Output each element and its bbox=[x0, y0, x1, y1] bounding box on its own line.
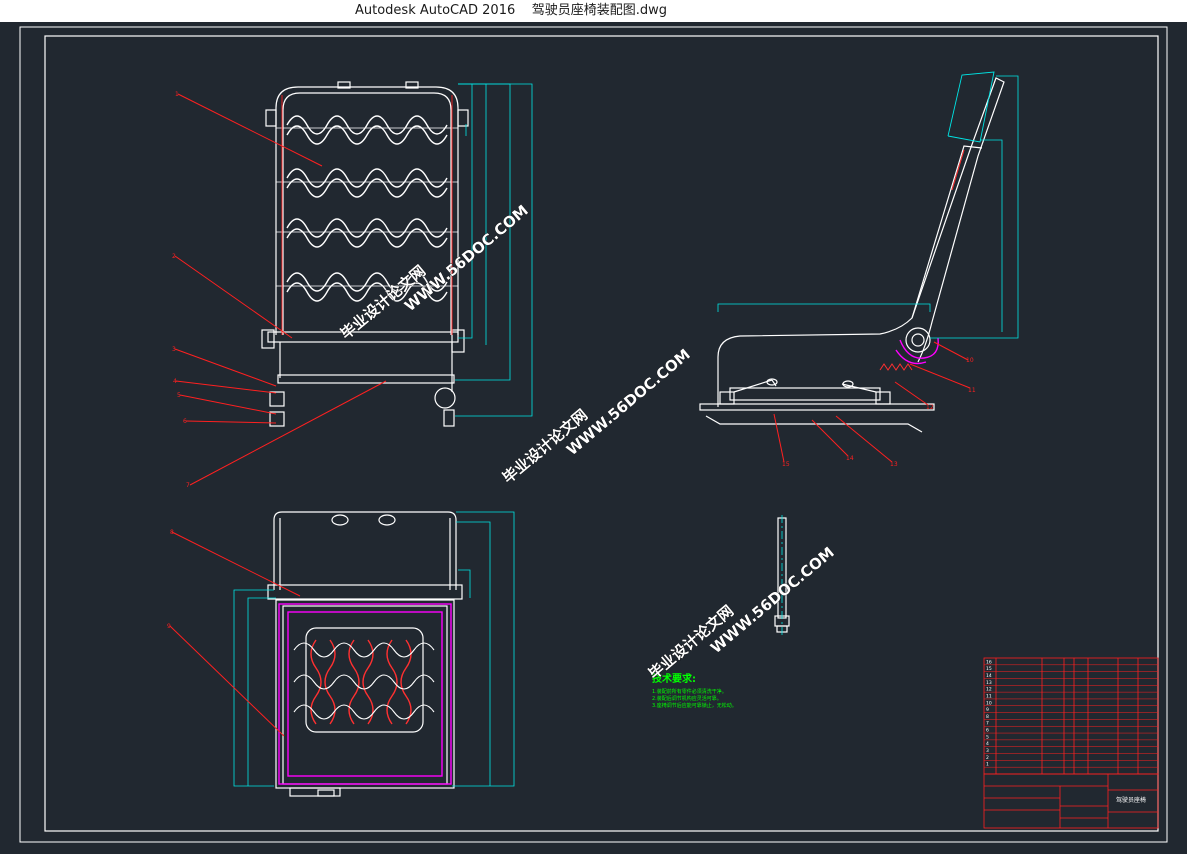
balloon-3: 3 bbox=[172, 346, 176, 353]
parts-list-row-number: 16 bbox=[986, 659, 992, 665]
drawing-canvas[interactable]: 1 2 3 4 5 6 7 8 9 10 11 12 13 14 15 技术要求… bbox=[0, 22, 1187, 850]
parts-list-row-number: 9 bbox=[986, 707, 989, 713]
balloon-4: 4 bbox=[173, 378, 177, 385]
parts-list-row-number: 14 bbox=[986, 673, 992, 679]
balloon-7: 7 bbox=[186, 482, 190, 489]
drawing-svg[interactable]: 1 2 3 4 5 6 7 8 9 10 11 12 13 14 15 技术要求… bbox=[0, 22, 1187, 850]
balloon-5: 5 bbox=[177, 392, 181, 399]
watermark-url-1: WWW.56DOC.COM bbox=[401, 201, 532, 315]
parts-list-rows bbox=[984, 664, 1158, 768]
balloon-8: 8 bbox=[170, 529, 174, 536]
top-view-hidden-frame bbox=[278, 603, 452, 785]
front-view-springs bbox=[276, 115, 458, 302]
window-titlebar: Autodesk AutoCAD 2016 驾驶员座椅装配图.dwg bbox=[0, 0, 1187, 22]
balloon-11: 11 bbox=[968, 387, 976, 394]
parts-list-row-number: 6 bbox=[986, 728, 989, 734]
balloon-1: 1 bbox=[175, 91, 179, 98]
file-name: 驾驶员座椅装配图.dwg bbox=[531, 3, 668, 18]
parts-list-row-number: 5 bbox=[986, 734, 989, 740]
balloon-13: 13 bbox=[890, 461, 898, 468]
side-view bbox=[699, 71, 1005, 433]
balloon-10: 10 bbox=[966, 357, 974, 364]
drawing-title: 驾驶员座椅 bbox=[1116, 796, 1146, 804]
top-view-springs-outline bbox=[293, 642, 435, 720]
watermarks: 毕业设计论文网 WWW.56DOC.COM 毕业设计论文网 WWW.56DOC.… bbox=[337, 201, 838, 683]
tech-req-item-1: 1.装配前所有零件必须清洗干净。 bbox=[652, 688, 727, 695]
balloon-2: 2 bbox=[172, 253, 176, 260]
balloon-14: 14 bbox=[846, 455, 854, 462]
watermark-url-3: WWW.56DOC.COM bbox=[707, 543, 838, 657]
side-view-mechanism bbox=[895, 337, 939, 365]
watermark-url-2: WWW.56DOC.COM bbox=[563, 345, 694, 459]
balloon-15: 15 bbox=[782, 461, 790, 468]
app-title: Autodesk AutoCAD 2016 bbox=[355, 3, 516, 18]
part-balloons: 1 2 3 4 5 6 7 8 9 10 11 12 13 14 15 bbox=[167, 91, 976, 630]
parts-list-numbers: 16151413121110987654321 bbox=[986, 659, 992, 767]
parts-list-row-number: 3 bbox=[986, 748, 989, 754]
balloon-6: 6 bbox=[183, 418, 187, 425]
technical-requirements: 技术要求: 1.装配前所有零件必须清洗干净。 2.装配后调节机构应灵活可靠。 3… bbox=[652, 672, 737, 709]
parts-list-row-number: 4 bbox=[986, 741, 989, 747]
parts-list-row-number: 8 bbox=[986, 714, 989, 720]
parts-list-row-number: 15 bbox=[986, 666, 992, 672]
balloon-12: 12 bbox=[926, 404, 934, 411]
parts-list-row-number: 1 bbox=[986, 762, 989, 768]
parts-list-row-number: 10 bbox=[986, 700, 992, 706]
top-view bbox=[267, 511, 463, 797]
tech-req-item-3: 3.座椅调节后应能可靠锁止，无松动。 bbox=[652, 702, 737, 709]
parts-list-row-number: 2 bbox=[986, 755, 989, 761]
side-view-dimensions bbox=[717, 75, 1019, 339]
balloon-9: 9 bbox=[167, 623, 171, 630]
window-title: Autodesk AutoCAD 2016 驾驶员座椅装配图.dwg bbox=[355, 0, 667, 22]
parts-list-row-number: 7 bbox=[986, 721, 989, 727]
side-view-spring bbox=[879, 149, 965, 371]
parts-list-row-number: 13 bbox=[986, 680, 992, 686]
parts-list-row-number: 11 bbox=[986, 693, 992, 699]
parts-list-row-number: 12 bbox=[986, 687, 992, 693]
tech-req-item-2: 2.装配后调节机构应灵活可靠。 bbox=[652, 695, 722, 702]
